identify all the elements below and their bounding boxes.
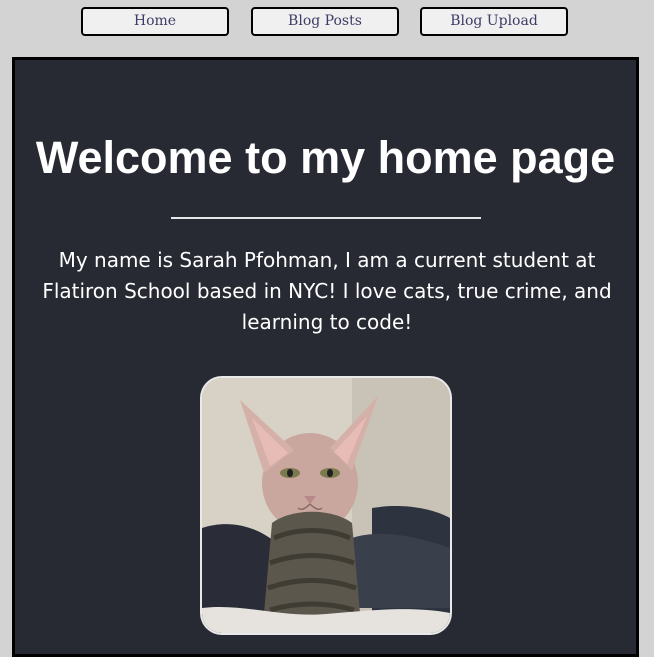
top-navbar: Home Blog Posts Blog Upload [0, 0, 654, 47]
blog-posts-button[interactable]: Blog Posts [251, 7, 399, 36]
blog-upload-button[interactable]: Blog Upload [420, 7, 568, 36]
page-title: Welcome to my home page [35, 132, 616, 183]
title-divider [171, 217, 481, 219]
sphynx-cat-image [202, 378, 450, 633]
home-button[interactable]: Home [81, 7, 229, 36]
main-content-panel: Welcome to my home page My name is Sarah… [12, 57, 639, 657]
cat-photo [202, 378, 450, 633]
intro-paragraph: My name is Sarah Pfohman, I am a current… [42, 248, 612, 334]
